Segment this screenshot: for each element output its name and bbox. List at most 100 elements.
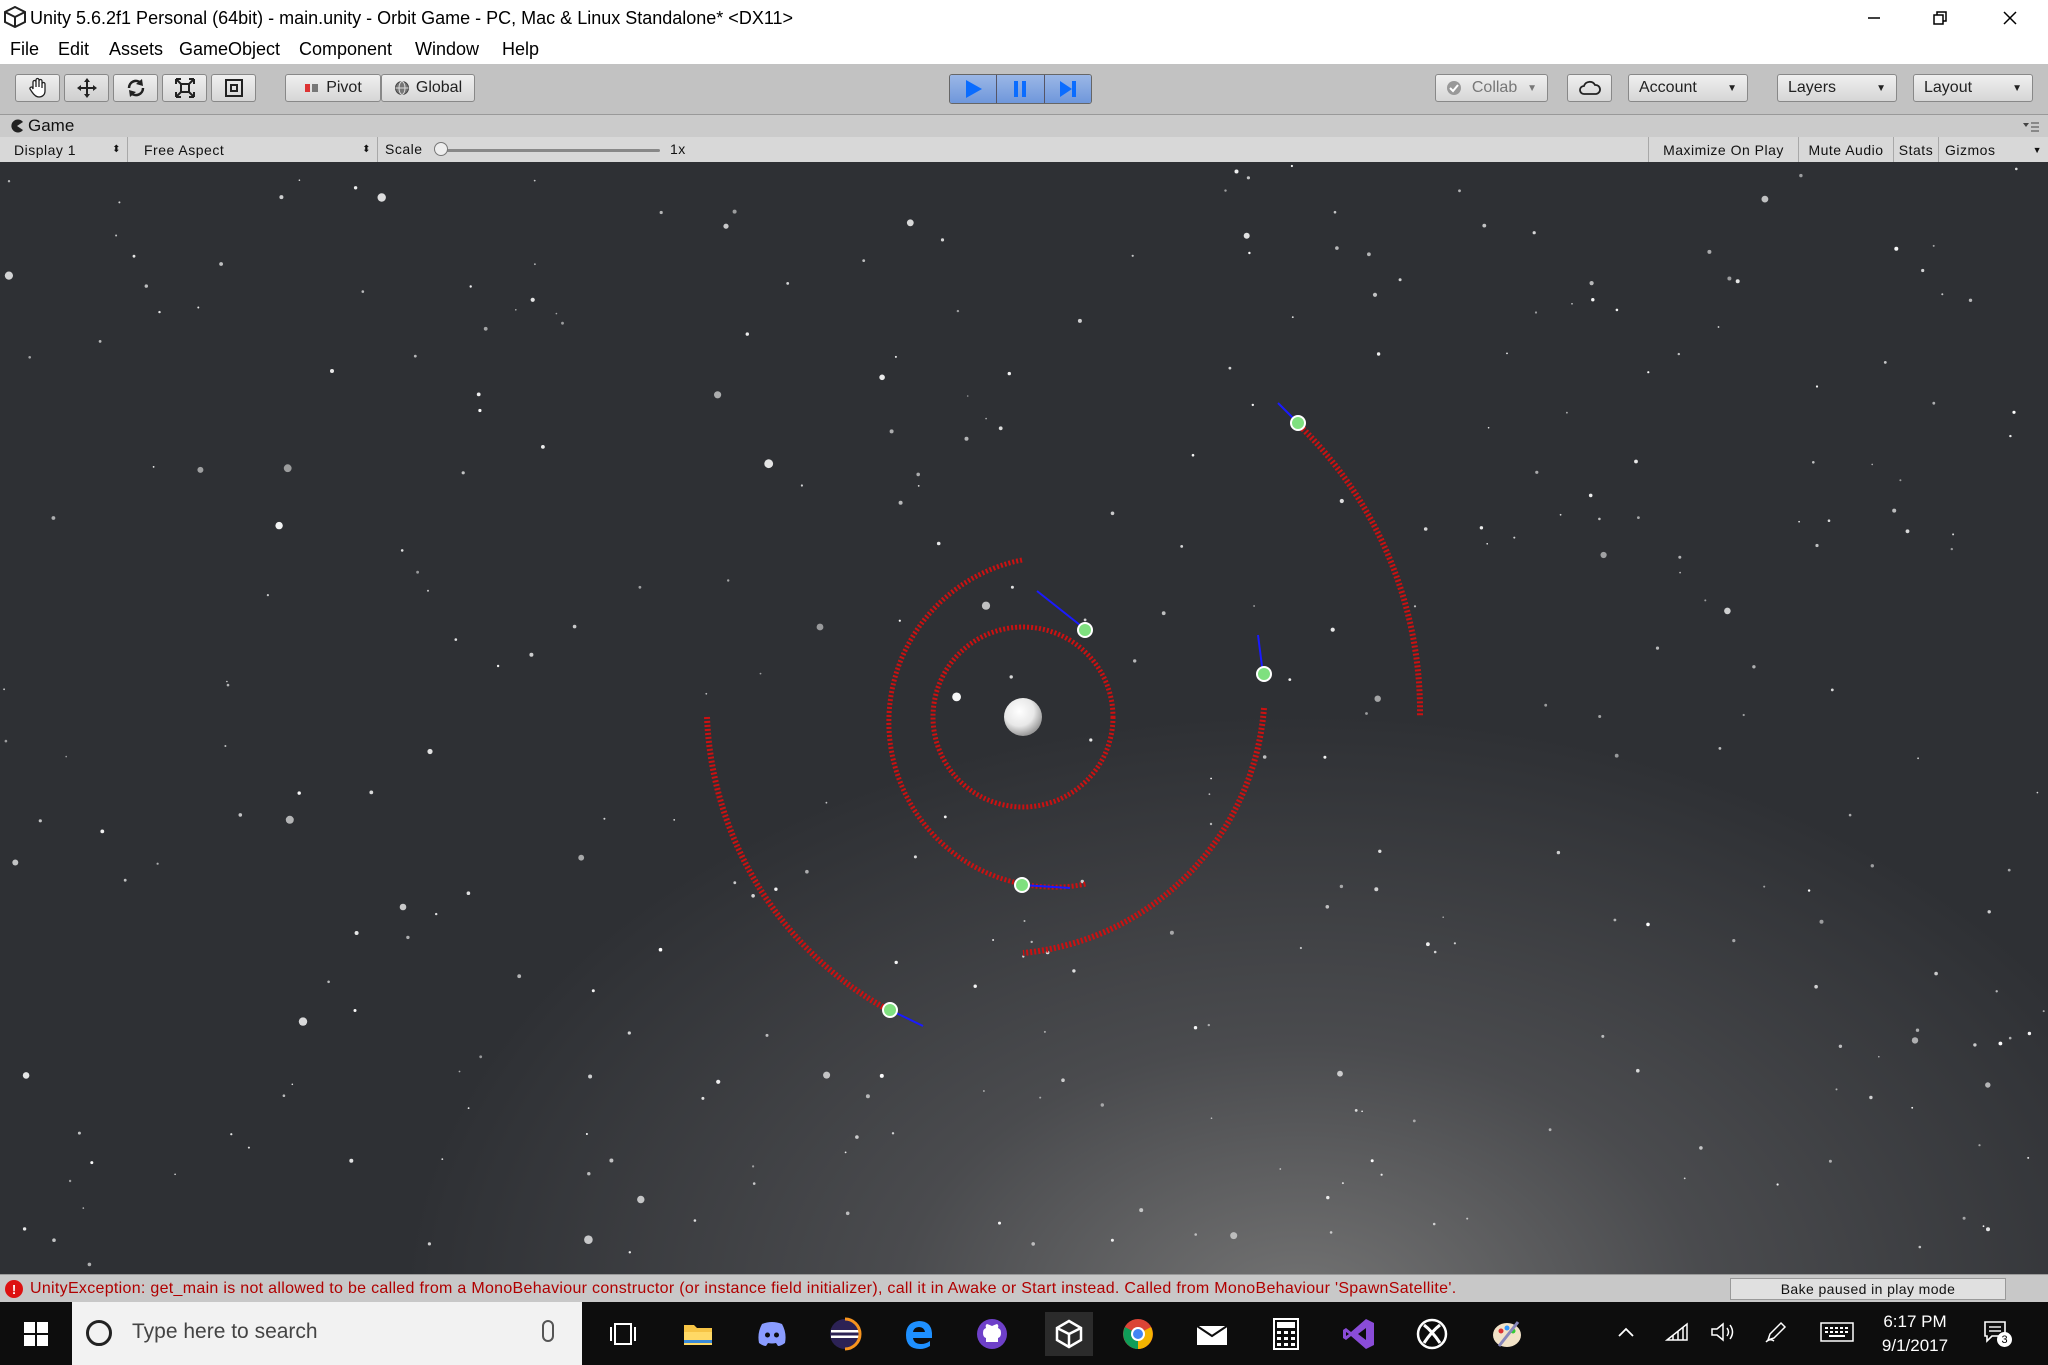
outer-orbit-trail-left	[704, 716, 892, 1014]
panel-menu-icon[interactable]	[2022, 121, 2040, 133]
star	[219, 262, 224, 266]
taskbar-chrome[interactable]	[1116, 1312, 1160, 1356]
star	[1061, 1078, 1065, 1082]
scale-tool-button[interactable]	[162, 74, 207, 102]
tab-game[interactable]: Game	[10, 115, 74, 137]
star	[1647, 371, 1650, 374]
star	[1591, 298, 1595, 302]
cloud-button[interactable]	[1567, 74, 1612, 102]
star	[7, 180, 11, 183]
close-icon	[2003, 11, 2017, 25]
keyboard-icon[interactable]	[1820, 1322, 1854, 1342]
menu-assets[interactable]: Assets	[109, 39, 163, 60]
mute-audio-toggle[interactable]: Mute Audio	[1798, 137, 1893, 162]
start-button[interactable]	[0, 1302, 72, 1365]
action-center-button[interactable]: 3	[1982, 1318, 2012, 1348]
layout-dropdown[interactable]: Layout ▼	[1913, 74, 2033, 102]
star	[1100, 1103, 1105, 1107]
star	[1598, 517, 1601, 521]
windows-logo-icon	[24, 1321, 48, 1346]
chevron-up-icon[interactable]	[1617, 1326, 1635, 1338]
star	[1634, 459, 1638, 464]
satellite	[1014, 877, 1030, 893]
taskbar-search-box[interactable]: Type here to search	[72, 1302, 582, 1365]
taskbar-paint[interactable]	[1485, 1312, 1529, 1356]
hand-tool-button[interactable]	[15, 74, 60, 102]
star	[1905, 529, 1910, 534]
error-message[interactable]: UnityException: get_main is not allowed …	[30, 1280, 1456, 1298]
network-icon[interactable]	[1665, 1320, 1689, 1344]
taskbar-github[interactable]	[970, 1312, 1014, 1356]
star	[752, 1165, 755, 1168]
menu-component[interactable]: Component	[299, 39, 392, 60]
star	[952, 692, 961, 702]
taskbar-edge[interactable]	[897, 1312, 941, 1356]
scale-slider-track[interactable]	[440, 149, 660, 152]
move-tool-button[interactable]	[64, 74, 109, 102]
star	[1915, 1028, 1920, 1032]
star	[1598, 715, 1602, 718]
restore-icon	[1933, 11, 1947, 25]
star	[1911, 1037, 1919, 1044]
console-status-bar[interactable]: ! UnityException: get_main is not allowe…	[0, 1274, 2048, 1303]
account-dropdown[interactable]: Account ▼	[1628, 74, 1748, 102]
star	[298, 1017, 308, 1026]
star	[327, 980, 330, 984]
layers-dropdown[interactable]: Layers ▼	[1777, 74, 1897, 102]
rotate-tool-button[interactable]	[113, 74, 158, 102]
collab-dropdown[interactable]: Collab ▼	[1435, 74, 1548, 102]
menu-gameobject[interactable]: GameObject	[179, 39, 280, 60]
restore-button[interactable]	[1910, 0, 1970, 36]
global-toggle-button[interactable]: Global	[381, 74, 475, 102]
star	[940, 238, 945, 242]
star	[226, 683, 230, 687]
star	[865, 1094, 870, 1099]
menu-help[interactable]: Help	[502, 39, 539, 60]
rect-tool-button[interactable]	[211, 74, 256, 102]
taskbar-visual-studio[interactable]	[1337, 1312, 1381, 1356]
taskbar-mail[interactable]	[1190, 1312, 1234, 1356]
taskbar-unity[interactable]	[1045, 1312, 1093, 1356]
star	[1812, 461, 1815, 464]
star	[898, 500, 903, 505]
pen-ink-icon[interactable]	[1764, 1320, 1788, 1344]
maximize-on-play-toggle[interactable]: Maximize On Play	[1648, 137, 1798, 162]
menu-file[interactable]: File	[10, 39, 39, 60]
star	[400, 549, 404, 552]
taskbar-discord[interactable]	[750, 1312, 794, 1356]
star	[3, 688, 5, 691]
star	[377, 193, 386, 202]
star	[916, 472, 920, 477]
play-button[interactable]	[950, 75, 998, 103]
close-button[interactable]	[1980, 0, 2040, 36]
pivot-toggle-button[interactable]: Pivot	[285, 74, 381, 102]
microphone-icon[interactable]	[542, 1320, 554, 1342]
scale-slider-thumb[interactable]	[434, 142, 448, 156]
taskbar-xbox[interactable]	[1410, 1312, 1454, 1356]
display-dropdown[interactable]: Display 1 ⬍	[8, 137, 128, 162]
star	[1191, 453, 1195, 457]
task-view-button[interactable]	[601, 1312, 645, 1356]
star	[282, 1094, 286, 1097]
pause-button[interactable]	[997, 75, 1045, 103]
menu-window[interactable]: Window	[415, 39, 479, 60]
taskbar-eclipse[interactable]	[823, 1312, 867, 1356]
game-viewport[interactable]	[0, 162, 2048, 1274]
star	[283, 464, 292, 473]
taskbar-calculator[interactable]	[1264, 1312, 1308, 1356]
star	[1209, 822, 1213, 826]
star	[1248, 251, 1251, 255]
minimize-button[interactable]	[1844, 0, 1904, 36]
star	[197, 466, 204, 473]
taskbar-file-explorer[interactable]	[676, 1312, 720, 1356]
star	[1031, 1242, 1035, 1246]
gizmos-dropdown[interactable]: Gizmos ▼	[1938, 137, 2048, 162]
mail-icon	[1196, 1325, 1228, 1345]
aspect-dropdown[interactable]: Free Aspect ⬍	[138, 137, 378, 162]
volume-icon[interactable]	[1710, 1320, 1736, 1344]
menu-edit[interactable]: Edit	[58, 39, 89, 60]
star	[197, 306, 200, 309]
stats-toggle[interactable]: Stats	[1893, 137, 1938, 162]
tray-clock[interactable]: 6:17 PM 9/1/2017	[1860, 1310, 1970, 1358]
step-button[interactable]	[1044, 75, 1091, 103]
